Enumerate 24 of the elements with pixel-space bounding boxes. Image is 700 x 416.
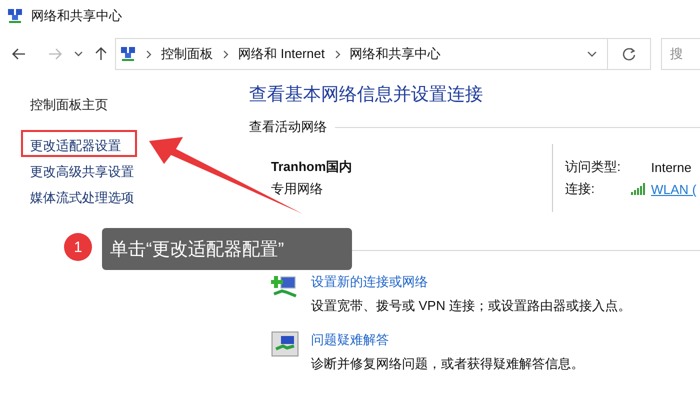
sidebar-link[interactable]: 媒体流式处理选项 [30, 189, 134, 207]
search-field[interactable]: 搜 [661, 38, 700, 70]
step-badge: 1 [64, 233, 92, 261]
task-link[interactable]: 设置新的连接或网络 [311, 273, 631, 291]
section-heading: 查看活动网络 [249, 118, 327, 136]
tooltip: 单击“更改适配器配置” [102, 228, 352, 270]
window-title: 网络和共享中心 [31, 7, 122, 25]
breadcrumb[interactable]: 网络和共享中心 [350, 45, 441, 63]
sidebar-link[interactable]: 更改高级共享设置 [30, 163, 134, 181]
task-link[interactable]: 问题疑难解答 [311, 331, 584, 349]
sidebar-link[interactable]: 更改适配器设置 [30, 137, 121, 155]
connection-link[interactable]: WLAN ( [651, 182, 696, 196]
network-category: 专用网络 [271, 180, 324, 198]
network-name: Tranhom国内 [271, 158, 353, 176]
breadcrumb[interactable]: 网络和 Internet [238, 45, 325, 63]
field-label: 访问类型: [565, 158, 622, 176]
task-description: 设置宽带、拨号或 VPN 连接；或设置路由器或接入点。 [311, 297, 631, 315]
breadcrumb[interactable]: 控制面板 [161, 45, 213, 63]
sidebar-link[interactable]: 控制面板主页 [30, 96, 108, 114]
page-heading: 查看基本网络信息并设置连接 [249, 83, 484, 106]
field-label: 连接: [565, 180, 596, 198]
task-description: 诊断并修复网络问题，或者获得疑难解答信息。 [311, 355, 584, 373]
address-bar[interactable]: 控制面板 网络和 Internet 网络和共享中心 [115, 38, 651, 70]
access-type: Interne [651, 160, 692, 174]
